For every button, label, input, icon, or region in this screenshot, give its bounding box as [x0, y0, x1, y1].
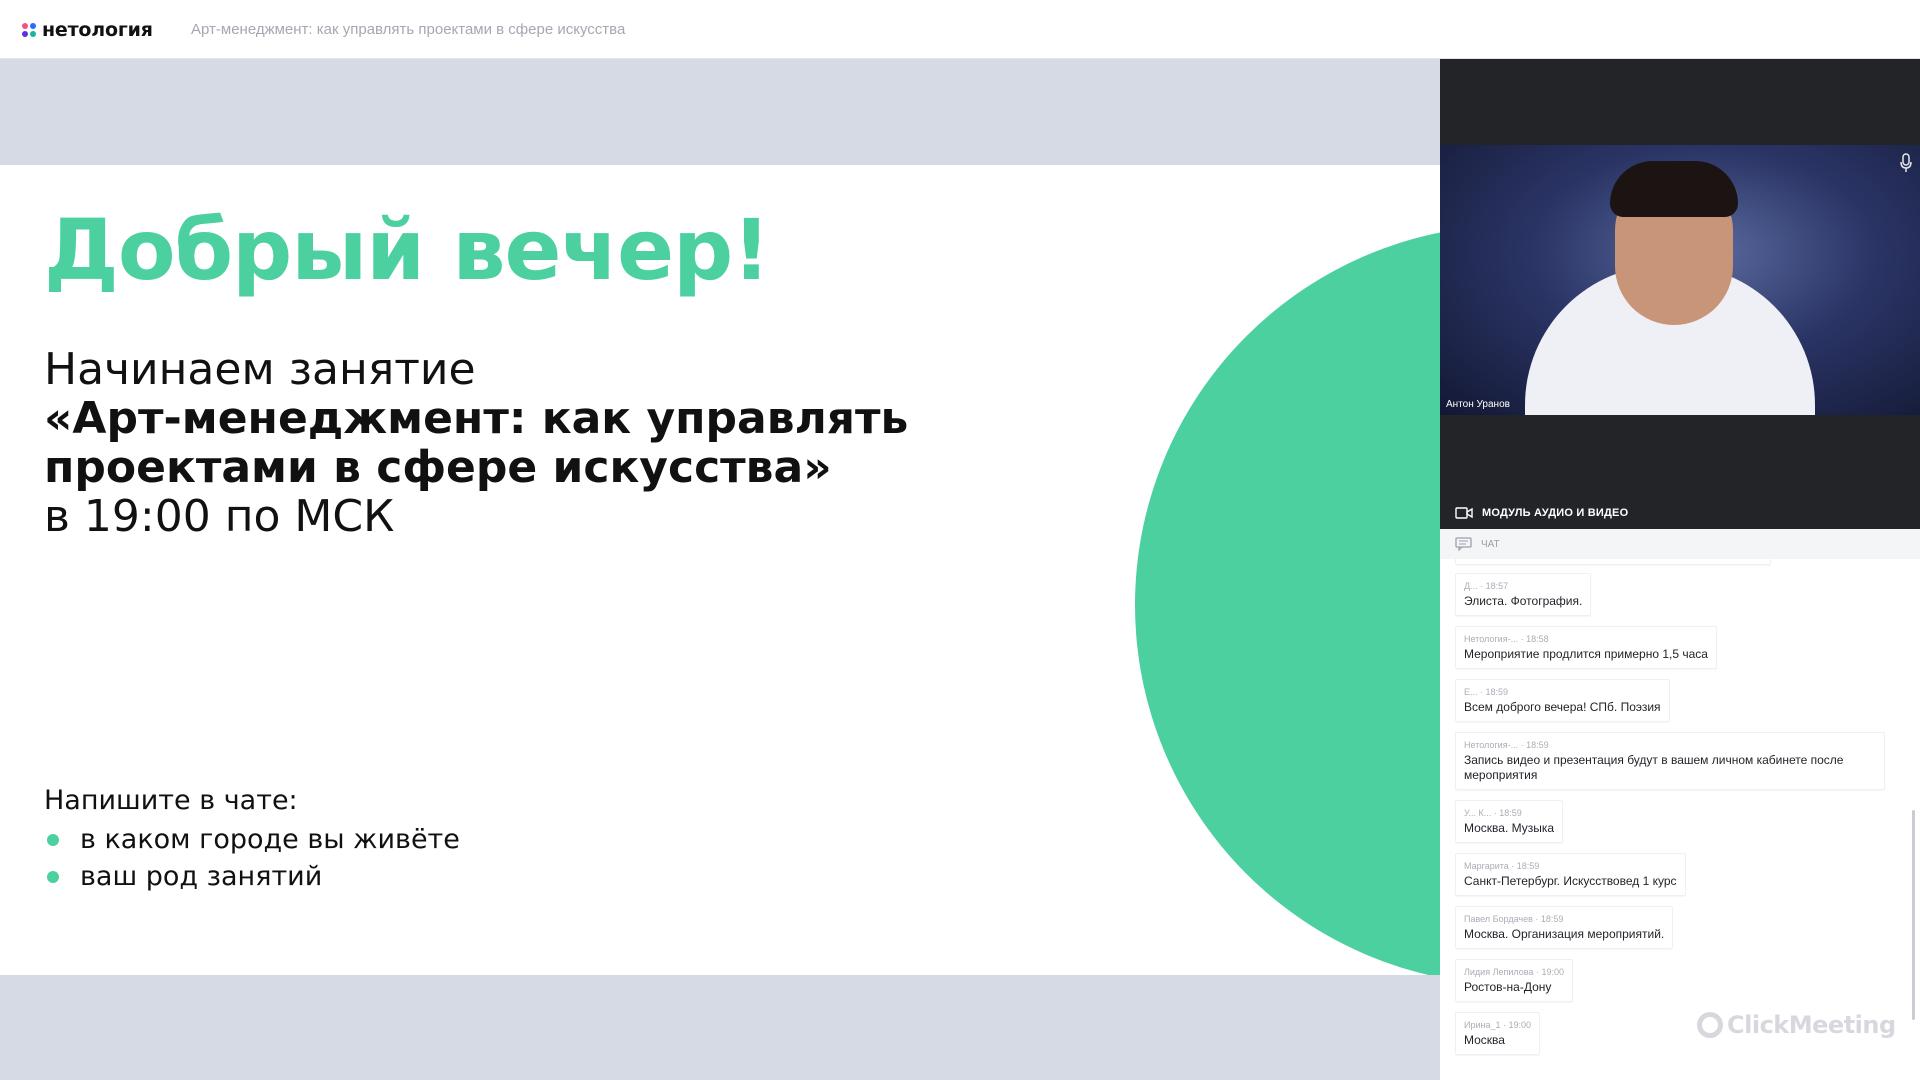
chat-message: Е... · 18:59 Всем доброго вечера! СПб. П…: [1455, 679, 1670, 722]
side-panel: Антон Уранов МОДУЛЬ АУДИО И ВИДЕО ЧАТ Д.…: [1440, 59, 1920, 1080]
message-text: Москва: [1464, 1033, 1505, 1047]
chat-prompt: Напишите в чате:: [44, 785, 298, 816]
message-meta: Павел Бордачев · 18:59: [1464, 914, 1564, 924]
chat-icon: [1455, 537, 1472, 551]
chat-scrollbar[interactable]: [1912, 810, 1915, 1020]
chat-label: ЧАТ: [1481, 538, 1500, 550]
slide-intro: Начинаем занятие «Арт-менеджмент: как уп…: [44, 345, 908, 541]
microphone-icon[interactable]: [1899, 153, 1913, 173]
message-meta: Нетология-... · 18:59: [1464, 740, 1549, 750]
message-meta: Лидия Лепилова · 19:00: [1464, 967, 1564, 977]
chat-message: Павел Бордачев · 18:59 Москва. Организац…: [1455, 906, 1674, 949]
chat-message: Ирина_1 · 19:00 Москва: [1455, 1012, 1541, 1055]
intro-course-title-1: «Арт-менеджмент: как управлять: [44, 393, 909, 444]
message-text: Ростов-на-Дону: [1464, 980, 1552, 994]
message-text: Элиста. Фотография.: [1464, 594, 1583, 608]
bullet-item: ваш род занятий: [44, 858, 460, 895]
message-meta: Ирина_1 · 19:00: [1464, 1020, 1532, 1030]
av-module-label: МОДУЛЬ АУДИО И ВИДЕО: [1482, 507, 1629, 519]
chat-message: Лидия Лепилова · 19:00 Ростов-на-Дону: [1455, 959, 1573, 1002]
chat-message: У... К... · 18:59 Москва. Музыка: [1455, 800, 1564, 843]
message-meta: Маргарита · 18:59: [1464, 861, 1540, 871]
clickmeeting-watermark: ClickMeeting: [1697, 1011, 1896, 1039]
message-meta: Нетология-... · 18:58: [1464, 634, 1549, 644]
intro-course-title-2: проектами в сфере искусства»: [44, 442, 832, 493]
bullet-item: в каком городе вы живёте: [44, 821, 460, 858]
message-text: Мероприятие продлится примерно 1,5 часа: [1464, 647, 1708, 661]
chat-header[interactable]: ЧАТ: [1440, 529, 1920, 559]
presenter-hair: [1610, 161, 1738, 217]
chat-message: Д... · 18:57 Элиста. Фотография.: [1455, 573, 1592, 616]
message-text: Москва. Музыка: [1464, 821, 1555, 835]
camera-icon: [1455, 507, 1473, 519]
bullet-dot-icon: [47, 871, 59, 883]
netology-flower-icon: [1174, 900, 1220, 946]
netology-logo[interactable]: нетология: [22, 19, 153, 41]
top-bar: нетология Арт-менеджмент: как управлять …: [0, 0, 1920, 59]
course-title: Арт-менеджмент: как управлять проектами …: [191, 21, 626, 38]
message-meta: У... К... · 18:59: [1464, 808, 1522, 818]
prompt-bullets: в каком городе вы живёте ваш род занятий: [44, 821, 460, 895]
chat-message-list[interactable]: Д... · 18:57 Элиста. Фотография. Нетолог…: [1440, 559, 1910, 1080]
logo-text: нетология: [42, 19, 153, 41]
decorative-circle: [1135, 225, 1440, 975]
slide-greeting: Добрый вечер!: [44, 201, 771, 299]
watermark-text: ClickMeeting: [1727, 1011, 1896, 1039]
speaker-name: Антон Уранов: [1446, 399, 1510, 410]
message-meta: Е... · 18:59: [1464, 687, 1509, 697]
message-text: Москва. Организация мероприятий.: [1464, 927, 1665, 941]
message-meta: Д... · 18:57: [1464, 581, 1509, 591]
message-text: Запись видео и презентация будут в вашем…: [1464, 753, 1844, 782]
intro-start-time: в 19:00 по МСК: [44, 491, 395, 542]
message-text: Санкт-Петербург. Искусствовед 1 курс: [1464, 874, 1677, 888]
logo-dots-icon: [22, 23, 36, 37]
chat-message: Маргарита · 18:59 Санкт-Петербург. Искус…: [1455, 853, 1686, 896]
bullet-dot-icon: [47, 834, 59, 846]
presentation-stage: Добрый вечер! Начинаем занятие «Арт-мене…: [0, 59, 1440, 1080]
clickmeeting-logo-icon: [1697, 1012, 1723, 1038]
intro-line-1: Начинаем занятие: [44, 344, 476, 395]
chat-message: Нетология-... · 18:58 Мероприятие продли…: [1455, 626, 1717, 669]
chat-message-partial: [1455, 559, 1771, 565]
chat-message: Нетология-... · 18:59 Запись видео и пре…: [1455, 732, 1885, 790]
message-text: Всем доброго вечера! СПб. Поэзия: [1464, 700, 1661, 714]
av-module-header[interactable]: МОДУЛЬ АУДИО И ВИДЕО: [1440, 497, 1920, 529]
presentation-slide: Добрый вечер! Начинаем занятие «Арт-мене…: [0, 165, 1440, 975]
video-module: Антон Уранов МОДУЛЬ АУДИО И ВИДЕО: [1440, 59, 1920, 529]
presenter-video[interactable]: Антон Уранов: [1440, 145, 1920, 415]
